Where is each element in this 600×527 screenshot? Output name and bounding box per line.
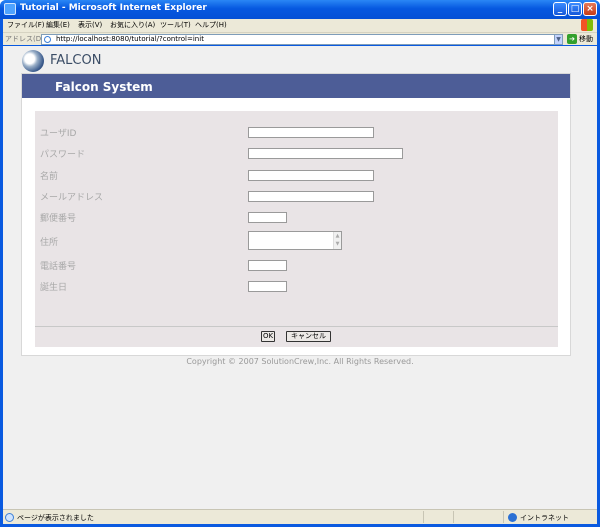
address-dropdown-button[interactable]: ▼: [554, 34, 563, 45]
address-bar: アドレス(D) http://localhost:8080/tutorial/?…: [3, 32, 597, 45]
page-title: Falcon System: [55, 80, 153, 94]
menu-file[interactable]: ファイル(F): [7, 20, 45, 30]
textarea-scrollbar[interactable]: ▲ ▼: [333, 232, 341, 249]
phone-label: 電話番号: [40, 262, 77, 272]
phone-input[interactable]: [248, 260, 287, 271]
address-label: アドレス(D): [5, 35, 44, 43]
minimize-button[interactable]: _: [553, 2, 567, 16]
intranet-zone-icon: [508, 513, 517, 522]
copyright-text: Copyright © 2007 SolutionCrew,Inc. All R…: [186, 357, 414, 366]
birthday-input[interactable]: [248, 281, 287, 292]
close-button[interactable]: ×: [583, 2, 597, 16]
postal-code-input[interactable]: [248, 212, 287, 223]
userid-input[interactable]: [248, 127, 374, 138]
status-text: ページが表示されました: [17, 514, 94, 522]
email-input[interactable]: [248, 191, 374, 202]
status-bar: ページが表示されました イントラネット: [3, 509, 597, 524]
title-bar[interactable]: Tutorial - Microsoft Internet Explorer _…: [0, 0, 600, 19]
button-row: OK キャンセル: [35, 327, 558, 347]
browser-window: Tutorial - Microsoft Internet Explorer _…: [0, 0, 600, 527]
windows-logo-icon: [581, 19, 593, 31]
menu-view[interactable]: 表示(V): [78, 20, 102, 30]
window-title: Tutorial - Microsoft Internet Explorer: [20, 3, 207, 13]
status-divider: [453, 511, 454, 523]
menu-help[interactable]: ヘルプ(H): [195, 20, 227, 30]
maximize-button[interactable]: □: [568, 2, 582, 16]
name-label: 名前: [40, 172, 59, 182]
page-icon: [44, 36, 51, 43]
ie-icon: [4, 3, 16, 15]
address-field-label: 住所: [40, 238, 59, 248]
main-panel: Falcon System ユーザID パスワード 名前 メールアドレス 郵便番…: [21, 73, 571, 356]
address-input[interactable]: http://localhost:8080/tutorial/?control=…: [41, 34, 563, 45]
address-textarea[interactable]: ▲ ▼: [248, 231, 342, 250]
menu-tools[interactable]: ツール(T): [160, 20, 191, 30]
go-arrow-icon[interactable]: ➔: [567, 34, 577, 44]
email-label: メールアドレス: [40, 193, 104, 203]
name-input[interactable]: [248, 170, 374, 181]
status-divider: [423, 511, 424, 523]
menu-favorites[interactable]: お気に入り(A): [110, 20, 155, 30]
status-divider: [503, 511, 504, 523]
postal-code-label: 郵便番号: [40, 214, 77, 224]
password-input[interactable]: [248, 148, 403, 159]
password-label: パスワード: [40, 150, 86, 160]
page-content: FALCON Falcon System ユーザID パスワード 名前 メールア…: [3, 46, 597, 509]
header-bar: Falcon System: [22, 74, 570, 98]
userid-label: ユーザID: [40, 129, 77, 139]
menu-bar: ファイル(F) 編集(E) 表示(V) お気に入り(A) ツール(T) ヘルプ(…: [3, 19, 597, 32]
menu-edit[interactable]: 編集(E): [46, 20, 70, 30]
falcon-logo-icon: [22, 50, 44, 72]
logo-text: FALCON: [50, 53, 102, 68]
ok-button[interactable]: OK: [261, 331, 275, 342]
security-zone-text: イントラネット: [520, 514, 569, 522]
registration-form: ユーザID パスワード 名前 メールアドレス 郵便番号 住所 ▲ ▼ 電話番号 誕…: [35, 111, 558, 327]
cancel-button[interactable]: キャンセル: [286, 331, 331, 342]
address-url: http://localhost:8080/tutorial/?control=…: [56, 35, 204, 43]
birthday-label: 誕生日: [40, 283, 68, 293]
page-status-icon: [5, 513, 14, 522]
go-button[interactable]: 移動: [579, 34, 593, 44]
